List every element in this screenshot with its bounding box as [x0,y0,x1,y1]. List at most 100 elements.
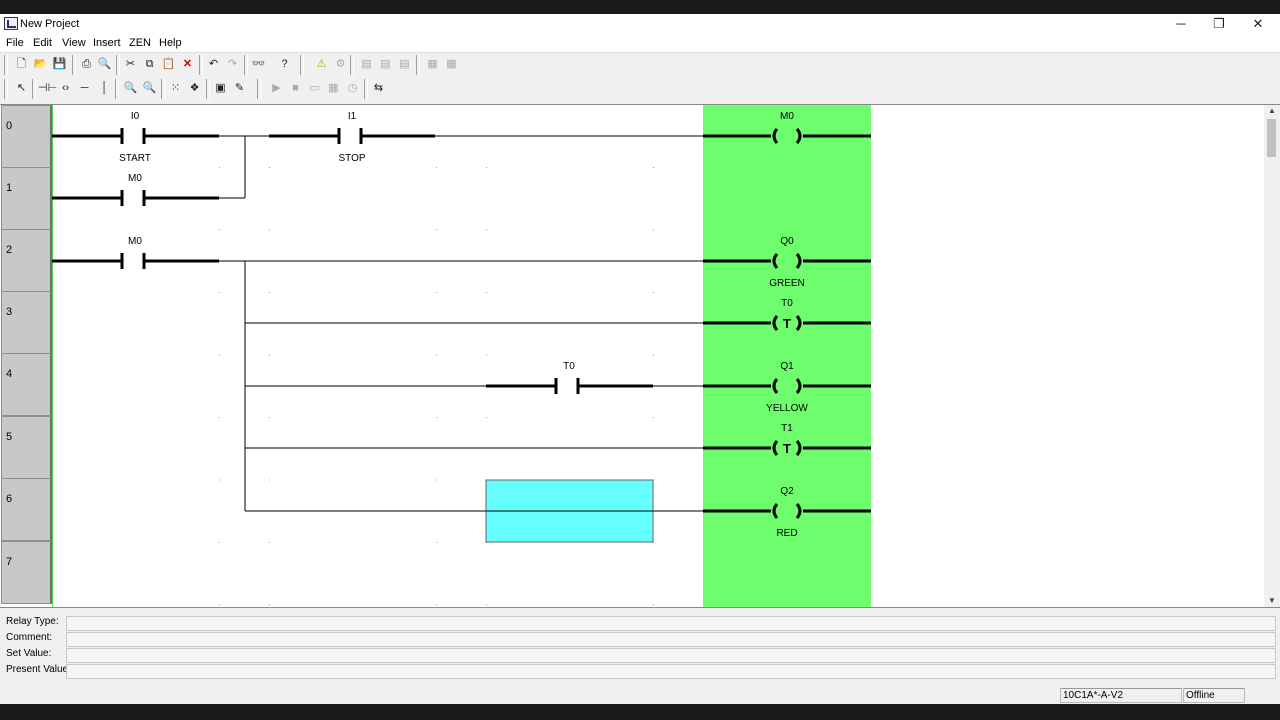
wires [219,135,703,512]
row-number-label: 0 [6,120,13,132]
status-mode: Offline [1183,688,1245,703]
disabled-tool-4[interactable]: ▦ [424,56,441,73]
copy-icon[interactable]: ⧉ [141,56,158,73]
contact-m0[interactable]: M0 [52,236,219,269]
scroll-thumb[interactable] [1267,119,1276,157]
grid-dot [486,229,487,231]
coil-icon[interactable]: ‹› [57,80,74,97]
set-value-field[interactable] [66,648,1276,663]
layers-icon[interactable]: ❖ [186,80,203,97]
ladder-diagram: I0 START I1 STOP M0 M0 T0 M0 Q0 GREEN T … [52,105,871,607]
delete-icon[interactable]: ✕ [179,56,196,73]
grid-dot [269,167,270,168]
find-icon[interactable]: 👓 [250,56,267,73]
row-number[interactable]: 6 [1,478,52,541]
toolbar-separator [72,55,76,75]
grid-icon[interactable]: ⁙ [167,80,184,97]
application-window: New Project ─ ❐ ✕ File Edit View Insert … [0,14,1280,704]
present-value-field[interactable] [66,664,1276,679]
contact-i0[interactable]: I0 START [52,111,219,164]
row-number[interactable]: 3 [1,291,52,354]
stop-icon[interactable]: ■ [287,80,304,97]
cut-icon[interactable]: ✂ [122,56,139,73]
menu-insert[interactable]: Insert [93,37,121,49]
comment-field[interactable] [66,632,1276,647]
transfer-icon[interactable]: ⇆ [370,80,387,97]
grid-dot [219,354,220,356]
grid-dot [219,417,220,418]
properties-panel: Relay Type: Comment: Set Value: Present … [0,611,1280,683]
table-icon[interactable]: ▦ [325,80,342,97]
row-number[interactable]: 5 [1,416,52,479]
disabled-tool-1[interactable]: ▤ [358,56,375,73]
zoom-out-icon[interactable]: 🔍 [141,80,158,97]
scroll-up-icon[interactable]: ▲ [1264,105,1280,117]
toolbar-separator [32,79,36,99]
row-number[interactable]: 4 [1,353,52,416]
relay-type-field[interactable] [66,616,1276,631]
contact-address: I0 [131,111,140,122]
save-icon[interactable]: 💾 [51,56,68,73]
scroll-down-icon[interactable]: ▼ [1264,595,1280,607]
menu-zen[interactable]: ZEN [129,37,151,49]
row-number[interactable]: 2 [1,229,52,292]
grid-dot [219,292,220,293]
new-file-icon[interactable]: 🗋 [13,56,30,73]
row-number[interactable]: 7 [1,541,52,604]
print-preview-icon[interactable]: 🔍 [96,56,113,73]
coil-symbol: T [783,441,791,456]
paste-icon[interactable]: 📋 [160,56,177,73]
redo-icon[interactable]: ↷ [224,56,241,73]
app-icon [4,17,18,30]
toolbar-separator [199,55,203,75]
minimize-button[interactable]: ─ [1162,14,1200,34]
zoom-in-icon[interactable]: 🔍 [122,80,139,97]
pointer-icon[interactable]: ↖ [13,80,30,97]
disabled-tool-5[interactable]: ▦ [443,56,460,73]
relay-type-label: Relay Type: [6,616,59,627]
grid-dot [269,417,270,418]
edit-icon[interactable]: ✎ [231,80,248,97]
row-number[interactable]: 1 [1,167,52,230]
clock-icon[interactable]: ◷ [344,80,361,97]
grid-dot [219,604,220,606]
toolbar-separator [4,55,8,75]
warning-icon[interactable]: ⚠ [313,56,330,73]
grid-dot [219,479,220,481]
row-number-label: 7 [6,556,13,568]
maximize-button[interactable]: ❐ [1200,14,1238,34]
menu-file[interactable]: File [6,37,24,49]
status-bar: 10C1A*-A-V2 Offline [0,686,1280,704]
contact-i1[interactable]: I1 STOP [269,111,435,164]
menu-help[interactable]: Help [159,37,182,49]
contact-icon[interactable]: ⊣⊢ [38,80,57,97]
close-button[interactable]: ✕ [1239,14,1277,34]
undo-icon[interactable]: ↶ [205,56,222,73]
print-icon[interactable]: ⎙ [78,56,95,73]
help-icon[interactable]: ? [276,56,293,73]
coil-address: T1 [781,423,793,434]
coil-comment: GREEN [769,278,805,289]
grid-dot [219,542,220,543]
contact-m0-hold[interactable]: M0 [52,173,219,206]
compile-icon[interactable]: ⚙ [332,56,349,73]
comment-icon[interactable]: ▣ [212,80,229,97]
coil-comment: RED [776,528,797,539]
vertical-scrollbar[interactable]: ▲ ▼ [1264,105,1280,607]
run-icon[interactable]: ▶ [268,80,285,97]
monitor-icon[interactable]: ▭ [306,80,323,97]
row-number[interactable]: 0 [1,105,52,168]
disabled-tool-2[interactable]: ▤ [377,56,394,73]
disabled-tool-3[interactable]: ▤ [396,56,413,73]
menu-edit[interactable]: Edit [33,37,52,49]
open-folder-icon[interactable]: 📂 [32,56,49,73]
contact-t0[interactable]: T0 [486,361,653,394]
horizontal-line-icon[interactable]: ─ [76,80,93,97]
grid-dot [486,292,487,293]
grid-dot [653,417,654,418]
ladder-editor[interactable]: 0 1 2 3 4 5 6 7 I0 START I1 STOP M0 M0 T… [0,104,1280,608]
vertical-line-icon[interactable]: │ [96,80,113,97]
menu-view[interactable]: View [62,37,86,49]
grid-dot [653,229,654,231]
toolbar-separator [364,79,368,99]
